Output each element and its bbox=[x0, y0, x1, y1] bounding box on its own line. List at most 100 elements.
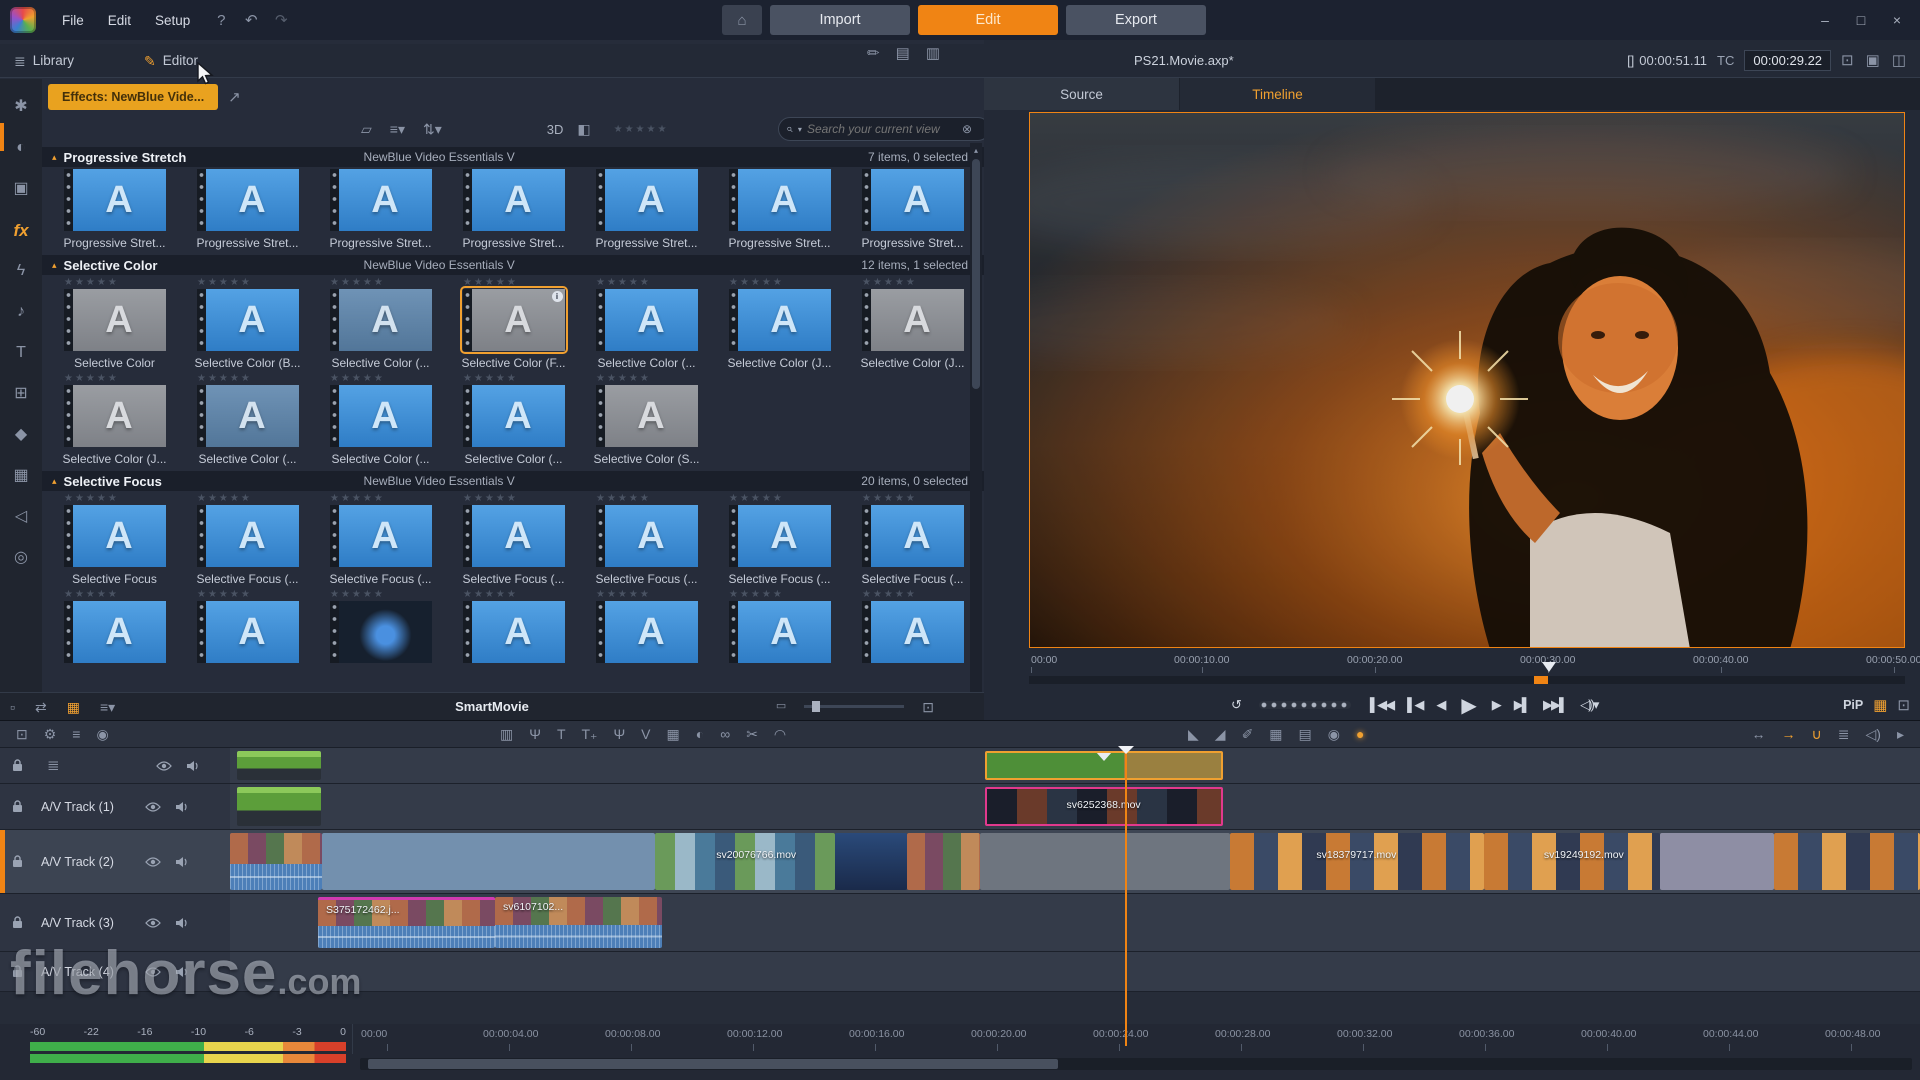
clip-sv19249192.mov[interactable]: sv19249192.mov bbox=[1484, 833, 1660, 890]
track-lane[interactable] bbox=[230, 748, 1920, 784]
lock-icon[interactable] bbox=[12, 800, 23, 813]
settings-icon[interactable]: ⚙ bbox=[44, 727, 57, 741]
effect-item[interactable]: ★★★★★A bbox=[580, 587, 713, 663]
effect-item[interactable]: ★★★★★A bbox=[48, 587, 181, 663]
previous-clip-button[interactable]: ▌◀ bbox=[1407, 697, 1422, 713]
mute-speaker-icon[interactable] bbox=[186, 760, 200, 772]
keyboard-icon[interactable]: ▦ bbox=[1269, 727, 1282, 741]
snapshot-icon[interactable]: ◉ bbox=[1328, 727, 1340, 741]
effect-item[interactable]: AProgressive Stret... bbox=[314, 167, 447, 251]
volume-keyframe-icon[interactable]: V bbox=[641, 727, 650, 741]
timeline-ruler[interactable]: 00:0000:00:04.0000:00:08.0000:00:12.0000… bbox=[352, 1024, 1920, 1054]
effect-thumbnail[interactable]: A bbox=[197, 385, 299, 447]
effect-item[interactable]: AProgressive Stret... bbox=[580, 167, 713, 251]
effect-thumbnail[interactable]: A bbox=[862, 169, 964, 231]
catalog-icon[interactable]: ▥ bbox=[926, 46, 940, 61]
link-icon[interactable]: ∞ bbox=[720, 727, 730, 741]
track-lane[interactable]: sv6252368.mov bbox=[230, 784, 1920, 830]
effect-item[interactable]: ★★★★★A bbox=[846, 587, 979, 663]
effect-thumbnail[interactable]: A bbox=[729, 169, 831, 231]
clip[interactable] bbox=[237, 751, 321, 780]
effect-thumbnail[interactable]: Ai bbox=[463, 289, 565, 351]
undock-icon[interactable]: ⊡ bbox=[1841, 53, 1854, 68]
volume-icon[interactable]: ◁) bbox=[1866, 727, 1881, 741]
effect-thumbnail[interactable]: A bbox=[596, 385, 698, 447]
effect-thumbnail[interactable]: A bbox=[64, 601, 166, 663]
effect-thumbnail[interactable]: A bbox=[862, 601, 964, 663]
fullscreen-icon[interactable]: ⊡ bbox=[1897, 698, 1910, 713]
effect-item[interactable]: ★★★★★A bbox=[447, 587, 580, 663]
effect-rating[interactable]: ★★★★★ bbox=[330, 373, 385, 385]
effect-rating[interactable]: ★★★★★ bbox=[330, 277, 385, 289]
sync-icon[interactable]: ⇄ bbox=[35, 700, 47, 714]
effect-item[interactable]: ★★★★★ASelective Color bbox=[48, 275, 181, 371]
list-options-icon[interactable]: ≡▾ bbox=[390, 122, 405, 136]
customize-toolbar-icon[interactable]: ⊡ bbox=[16, 727, 28, 741]
timeline-playhead[interactable] bbox=[1125, 748, 1127, 1046]
effect-item[interactable]: ★★★★★ASelective Color (... bbox=[314, 275, 447, 371]
collapse-arrow-icon[interactable]: ▴ bbox=[52, 260, 57, 271]
play-forward-button[interactable]: ▶ bbox=[1492, 697, 1500, 713]
effect-thumbnail[interactable]: A bbox=[596, 505, 698, 567]
volume-button[interactable]: ◁))▾ bbox=[1580, 697, 1597, 713]
clip[interactable] bbox=[985, 751, 1223, 780]
mute-speaker-icon[interactable] bbox=[175, 917, 189, 929]
menu-edit[interactable]: Edit bbox=[96, 0, 143, 40]
effect-item[interactable]: ★★★★★ASelective Color (J... bbox=[846, 275, 979, 371]
effect-rating[interactable]: ★★★★★ bbox=[330, 589, 385, 601]
lock-icon[interactable] bbox=[12, 855, 23, 868]
effect-thumbnail[interactable]: A bbox=[729, 601, 831, 663]
more-icon[interactable]: ▸ bbox=[1897, 727, 1904, 741]
effect-item[interactable]: ★★★★★ASelective Focus (... bbox=[314, 491, 447, 587]
music-icon[interactable]: ♪ bbox=[8, 300, 34, 324]
3d-filter-button[interactable]: 3D bbox=[547, 122, 564, 137]
effect-rating[interactable]: ★★★★★ bbox=[197, 493, 252, 505]
dual-view-icon[interactable]: ◫ bbox=[1892, 53, 1906, 68]
effect-rating[interactable]: ★★★★★ bbox=[64, 373, 119, 385]
track-header[interactable]: A/V Track (3) bbox=[0, 894, 230, 952]
play-reverse-button[interactable]: ◀ bbox=[1436, 697, 1444, 713]
effect-thumbnail[interactable]: A bbox=[64, 505, 166, 567]
timeline-scrollbar[interactable] bbox=[360, 1058, 1912, 1070]
clipboard-icon[interactable]: ▤ bbox=[896, 46, 910, 61]
pip-button[interactable]: PiP bbox=[1843, 698, 1863, 712]
track-lane[interactable] bbox=[230, 952, 1920, 992]
clipboard-icon[interactable]: ▤ bbox=[1299, 727, 1312, 741]
tab-source[interactable]: Source bbox=[984, 78, 1179, 110]
visibility-eye-icon[interactable] bbox=[145, 918, 161, 928]
effect-item[interactable]: ★★★★★ASelective Color (J... bbox=[713, 275, 846, 371]
clip-sv18379717.mov[interactable]: sv18379717.mov bbox=[1230, 833, 1484, 890]
lock-icon[interactable] bbox=[12, 759, 23, 772]
effects-icon[interactable]: fx bbox=[8, 218, 34, 242]
clip[interactable] bbox=[1774, 833, 1920, 890]
effect-rating[interactable]: ★★★★★ bbox=[64, 493, 119, 505]
track-list-icon[interactable]: ≣ bbox=[47, 758, 60, 773]
menu-setup[interactable]: Setup bbox=[143, 0, 202, 40]
effect-thumbnail[interactable]: A bbox=[729, 289, 831, 351]
track-header[interactable]: A/V Track (4) bbox=[0, 952, 230, 992]
effect-rating[interactable]: ★★★★★ bbox=[596, 277, 651, 289]
clear-search-icon[interactable]: ⊗ bbox=[962, 123, 972, 135]
help-icon[interactable]: ? bbox=[207, 6, 235, 34]
tab-timeline[interactable]: Timeline bbox=[1180, 78, 1375, 110]
scrollbar-handle[interactable] bbox=[972, 159, 980, 389]
multicam-icon[interactable]: ▦ bbox=[667, 727, 680, 741]
track-lane[interactable]: S375172462.j...sv6107102... bbox=[230, 894, 1920, 952]
clip-sv20076766.mov[interactable]: sv20076766.mov bbox=[655, 833, 835, 890]
timeline-scrollbar-handle[interactable] bbox=[368, 1059, 1058, 1069]
effect-thumbnail[interactable]: A bbox=[729, 505, 831, 567]
tab-library[interactable]: ≣Library bbox=[0, 44, 88, 78]
effect-thumbnail[interactable]: A bbox=[596, 169, 698, 231]
effect-thumbnail[interactable]: A bbox=[197, 169, 299, 231]
lock-icon[interactable] bbox=[12, 916, 23, 929]
audio-levels-icon[interactable]: ▥ bbox=[500, 727, 513, 741]
adjust-icon[interactable]: ≡ bbox=[72, 727, 80, 741]
effect-thumbnail[interactable]: A bbox=[862, 289, 964, 351]
minimize-button[interactable]: – bbox=[1810, 7, 1840, 33]
effect-rating[interactable]: ★★★★★ bbox=[197, 589, 252, 601]
effect-item[interactable]: ★★★★★ASelective Focus (... bbox=[580, 491, 713, 587]
subtitle-tool-icon[interactable]: T₊ bbox=[582, 727, 598, 741]
info-badge-icon[interactable]: i bbox=[552, 291, 563, 302]
effects-filter-button[interactable]: Effects: NewBlue Vide... bbox=[48, 84, 218, 110]
close-button[interactable]: × bbox=[1882, 7, 1912, 33]
